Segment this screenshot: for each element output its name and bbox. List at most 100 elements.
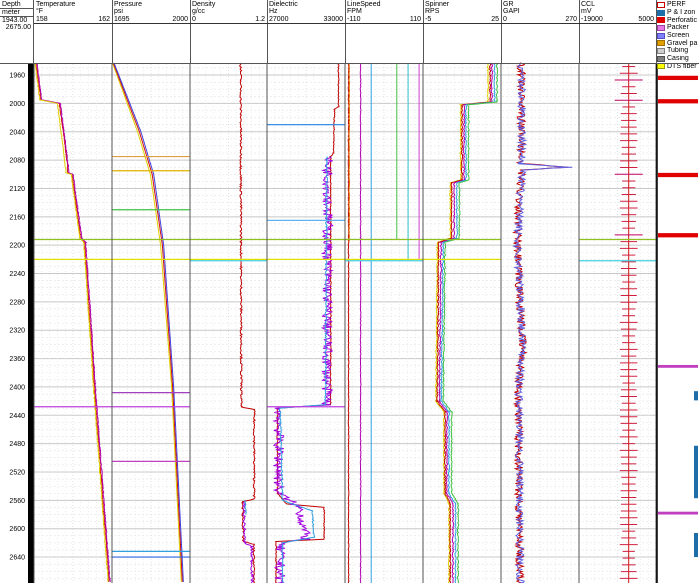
track-min-label: 0 <box>503 16 507 23</box>
curve-temperature <box>35 62 110 582</box>
legend-swatch <box>657 32 665 39</box>
track-min-label: -110 <box>347 16 361 23</box>
scale-rule <box>112 23 190 24</box>
legend-item: P & I zon <box>657 9 699 17</box>
completion-packer <box>658 511 698 515</box>
track-header-gr: GR GAPI 0 270 <box>501 0 580 63</box>
track-name: LineSpeed <box>347 1 381 8</box>
legend-swatch <box>657 40 665 47</box>
curve-pressure <box>112 62 183 582</box>
depth-tick-label: 2440 <box>9 413 25 420</box>
legend-swatch <box>657 55 665 62</box>
completion-pi-zone <box>694 391 698 401</box>
completion-packer <box>658 364 698 368</box>
depth-tick-label: 2480 <box>9 441 25 448</box>
track-unit: Hz <box>269 8 278 15</box>
depth-label: Depth <box>2 1 21 8</box>
scale-rule <box>579 23 656 24</box>
track-name: Dielectric <box>269 1 298 8</box>
track-min-label: 27000 <box>269 16 289 23</box>
depth-tick-label: 2040 <box>9 129 25 136</box>
track-max-label: 162 <box>98 16 110 23</box>
track-header-linespeed: LineSpeed FPM -110 110 <box>345 0 424 63</box>
scale-rule <box>423 23 501 24</box>
track-name: Temperature <box>36 1 76 8</box>
scale-rule <box>34 23 112 24</box>
depth-tick-label: 2000 <box>9 101 25 108</box>
depth-tick-label: 2520 <box>9 469 25 476</box>
legend-swatch <box>657 63 665 70</box>
scale-rule <box>345 23 423 24</box>
depth-tick-label: 2120 <box>9 186 25 193</box>
track-max-label: 33000 <box>323 16 343 23</box>
depth-tick-label: 2400 <box>9 384 25 391</box>
depth-tick-label: 1960 <box>9 73 25 80</box>
track-min-label: -5 <box>425 16 432 23</box>
track-unit: RPS <box>425 8 440 15</box>
log-header: Depth meter 1943.00 2675.00 Temperature °… <box>0 0 699 70</box>
track-unit: psi <box>114 8 123 15</box>
track-name: GR <box>503 1 514 8</box>
completion-legend: PERF P & I zon Perforatic Packer Screen Grave… <box>657 1 699 70</box>
track-unit: g/cc <box>192 8 205 15</box>
track-min-label: 0 <box>192 16 196 23</box>
track-max-label: 5000 <box>638 16 654 23</box>
completion-perforation <box>658 233 698 238</box>
log-plot: 1960 2000 2040 2080 2120 2160 2200 2240 2280 2320… <box>9 62 698 583</box>
track-unit: mV <box>581 8 592 15</box>
legend-label: Casing <box>667 55 689 63</box>
curve-pressure <box>112 62 182 582</box>
track-min-label: -19000 <box>581 16 603 23</box>
legend-label: PERF <box>667 1 686 9</box>
track-max-label: 2000 <box>172 16 188 23</box>
curve-linespeed <box>348 62 351 242</box>
track-min-label: 158 <box>36 16 48 23</box>
depth-tick-label: 2560 <box>9 498 25 505</box>
depth-tick-label: 2640 <box>9 555 25 562</box>
depth-top: 1943.00 <box>2 17 28 24</box>
track-header-dielectric: Dielectric Hz 27000 33000 <box>267 0 346 63</box>
legend-swatch <box>657 24 665 31</box>
depth-tick-label: 2160 <box>9 214 25 221</box>
legend-swatch <box>657 9 665 16</box>
completion-perforation <box>658 75 698 81</box>
legend-item: Perforatic <box>657 16 699 24</box>
track-max-label: 25 <box>491 16 499 23</box>
legend-label: Perforatic <box>667 16 697 24</box>
track-unit: °F <box>36 8 44 15</box>
track-name: CCL <box>581 1 596 8</box>
depth-header: Depth meter 1943.00 2675.00 <box>0 0 34 63</box>
depth-tick-label: 2200 <box>9 243 25 250</box>
curve-temperature <box>34 63 109 582</box>
legend-label: Packer <box>667 24 689 32</box>
completion-perforation <box>658 172 698 178</box>
depth-tick-label: 2320 <box>9 328 25 335</box>
scale-rule <box>190 23 267 24</box>
curve-linespeed <box>359 63 362 583</box>
depth-tick-label: 2360 <box>9 356 25 363</box>
completion-perforation <box>658 99 698 104</box>
curve-temperature <box>36 62 111 582</box>
track-header-density: Density g/cc 0 1.2 <box>190 0 268 63</box>
completion-pi-zone <box>694 445 698 499</box>
depth-tick-label: 2240 <box>9 271 25 278</box>
scale-rule <box>267 23 345 24</box>
completion-pi-zone <box>694 532 698 558</box>
curve-density <box>242 500 255 583</box>
legend-label: Screen <box>667 32 690 40</box>
legend-swatch <box>657 17 665 24</box>
legend-label: P & I zon <box>667 9 696 17</box>
track-name: Spinner <box>425 1 450 8</box>
track-unit: GAPI <box>503 8 520 15</box>
legend-label: Gravel pa <box>667 39 698 47</box>
legend-swatch <box>657 1 665 8</box>
depth-bottom: 2675.00 <box>5 24 31 31</box>
casing-bar <box>28 64 34 583</box>
legend-item: PERF <box>657 1 699 9</box>
depth-tick-label: 2600 <box>9 526 25 533</box>
curve-pressure <box>113 62 184 582</box>
depth-tick-label: 2080 <box>9 158 25 165</box>
track-max-label: 270 <box>565 16 577 23</box>
track-header-spinner: Spinner RPS -5 25 <box>423 0 502 63</box>
legend-item: Packer <box>657 24 699 32</box>
